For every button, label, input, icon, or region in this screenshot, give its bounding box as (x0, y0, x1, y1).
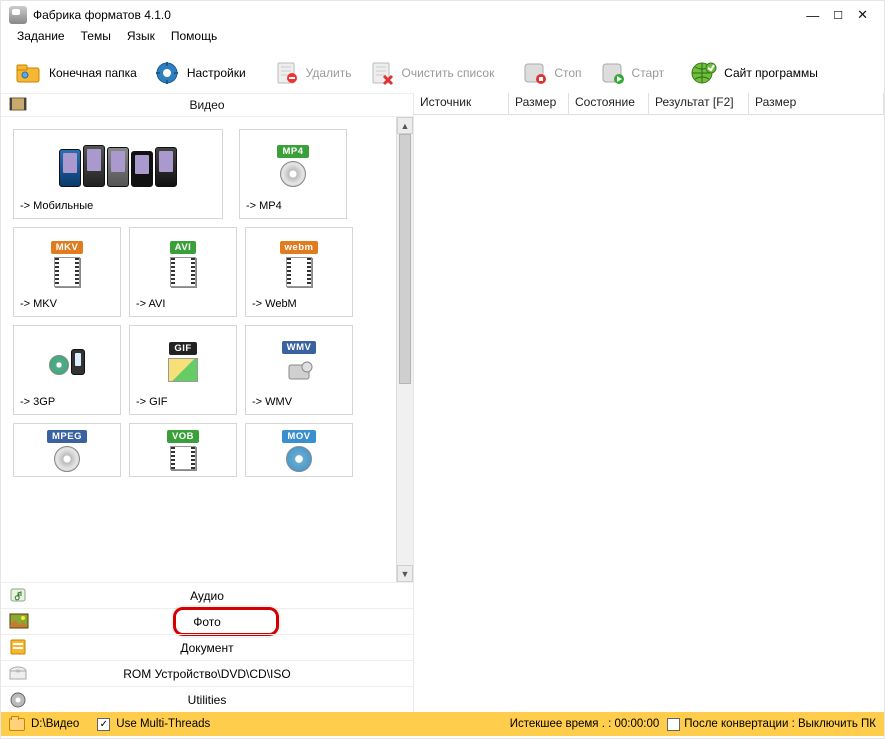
minimize-button[interactable]: — (806, 8, 819, 23)
settings-label: Настройки (187, 66, 246, 80)
format-tile-mkv[interactable]: MKV -> MKV (13, 227, 121, 317)
clear-label: Очистить список (401, 66, 494, 80)
formats-scrollbar[interactable]: ▲ ▼ (396, 117, 413, 582)
format-tile-3gp[interactable]: -> 3GP (13, 325, 121, 415)
elapsed-time: Истекшее время . : 00:00:00 (510, 718, 660, 730)
stop-label: Стоп (554, 66, 581, 80)
col-status[interactable]: Состояние (569, 93, 649, 114)
category-photo-label: Фото (9, 615, 405, 629)
close-button[interactable]: ✕ (857, 7, 868, 23)
mkv-icon: MKV (20, 234, 114, 294)
app-icon (9, 6, 27, 24)
output-folder-button[interactable]: Конечная папка (9, 55, 143, 91)
list-header: Источник Размер Состояние Результат [F2]… (414, 93, 884, 115)
folder-icon (15, 59, 43, 87)
delete-icon (272, 59, 300, 87)
start-label: Старт (632, 66, 665, 80)
start-button[interactable]: Старт (592, 55, 671, 91)
after-conv-checkbox[interactable] (667, 718, 680, 731)
category-video-label: Видео (9, 98, 405, 112)
settings-button[interactable]: Настройки (147, 55, 252, 91)
multithreads-label[interactable]: Use Multi-Threads (116, 718, 210, 730)
format-tile-mp4[interactable]: MP4 -> MP4 (239, 129, 347, 219)
menu-task[interactable]: Задание (17, 29, 65, 49)
category-photo[interactable]: Фото (1, 608, 413, 634)
format-mobile-label: -> Мобильные (20, 200, 216, 212)
format-mp4-label: -> MP4 (246, 200, 340, 212)
format-wmv-label: -> WMV (252, 396, 346, 408)
left-panel: Видео -> Мобильные (1, 93, 414, 712)
avi-icon: AVI (136, 234, 230, 294)
col-result[interactable]: Результат [F2] (649, 93, 749, 114)
col-size[interactable]: Размер (509, 93, 569, 114)
multithreads-checkbox[interactable]: ✓ (97, 718, 110, 731)
folder-icon-small[interactable] (9, 718, 25, 731)
gear-icon (153, 59, 181, 87)
category-document[interactable]: Документ (1, 634, 413, 660)
gif-icon: GIF (136, 332, 230, 392)
format-tile-mobile[interactable]: -> Мобильные (13, 129, 223, 219)
menu-lang[interactable]: Язык (127, 29, 155, 49)
format-gif-label: -> GIF (136, 396, 230, 408)
category-document-label: Документ (9, 641, 405, 655)
menubar: Задание Темы Язык Помощь (1, 29, 884, 49)
mobile-devices-icon (20, 136, 216, 196)
vob-icon: VOB (136, 430, 230, 470)
format-tile-mov[interactable]: MOV (245, 423, 353, 477)
scroll-thumb[interactable] (399, 134, 411, 384)
menu-themes[interactable]: Темы (81, 29, 111, 49)
titlebar: Фабрика форматов 4.1.0 — ☐ ✕ (1, 1, 884, 29)
site-label: Сайт программы (724, 66, 818, 80)
after-conv-label[interactable]: После конвертации : Выключить ПК (684, 718, 876, 730)
format-tile-vob[interactable]: VOB (129, 423, 237, 477)
col-size2[interactable]: Размер (749, 93, 884, 114)
stop-button[interactable]: Стоп (514, 55, 587, 91)
mpeg-icon: MPEG (20, 430, 114, 472)
format-tile-webm[interactable]: webm -> WebM (245, 227, 353, 317)
clear-icon (367, 59, 395, 87)
maximize-button[interactable]: ☐ (833, 9, 843, 22)
category-audio[interactable]: Аудио (1, 582, 413, 608)
mp4-icon: MP4 (246, 136, 340, 196)
3gp-icon (20, 332, 114, 392)
category-utilities[interactable]: Utilities (1, 686, 413, 712)
category-video-header[interactable]: Видео (1, 93, 413, 117)
stop-icon (520, 59, 548, 87)
delete-label: Удалить (306, 66, 352, 80)
format-tile-wmv[interactable]: WMV -> WMV (245, 325, 353, 415)
scroll-down-icon[interactable]: ▼ (397, 565, 413, 582)
menu-help[interactable]: Помощь (171, 29, 217, 49)
status-path[interactable]: D:\Видео (31, 718, 79, 730)
start-icon (598, 59, 626, 87)
category-audio-label: Аудио (9, 589, 405, 603)
main-area: Видео -> Мобильные (1, 93, 884, 712)
globe-icon (690, 59, 718, 87)
statusbar: D:\Видео ✓ Use Multi-Threads Истекшее вр… (1, 712, 884, 736)
clear-list-button[interactable]: Очистить список (361, 55, 500, 91)
right-panel: Источник Размер Состояние Результат [F2]… (414, 93, 884, 712)
category-rom[interactable]: ROM Устройство\DVD\CD\ISO (1, 660, 413, 686)
category-rom-label: ROM Устройство\DVD\CD\ISO (9, 667, 405, 681)
mov-icon: MOV (252, 430, 346, 472)
scroll-up-icon[interactable]: ▲ (397, 117, 413, 134)
delete-button[interactable]: Удалить (266, 55, 358, 91)
window-title: Фабрика форматов 4.1.0 (33, 8, 806, 22)
format-3gp-label: -> 3GP (20, 396, 114, 408)
format-avi-label: -> AVI (136, 298, 230, 310)
format-tile-gif[interactable]: GIF -> GIF (129, 325, 237, 415)
output-folder-label: Конечная папка (49, 66, 137, 80)
formats-grid: -> Мобильные MP4 -> MP4 (1, 117, 396, 582)
site-button[interactable]: Сайт программы (684, 55, 824, 91)
category-utilities-label: Utilities (9, 693, 405, 707)
format-webm-label: -> WebM (252, 298, 346, 310)
webm-icon: webm (252, 234, 346, 294)
format-tile-mpeg[interactable]: MPEG (13, 423, 121, 477)
format-tile-avi[interactable]: AVI -> AVI (129, 227, 237, 317)
format-mkv-label: -> MKV (20, 298, 114, 310)
wmv-icon: WMV (252, 332, 346, 392)
toolbar: Конечная папка Настройки Удалить Очистит… (1, 53, 884, 93)
col-source[interactable]: Источник (414, 93, 509, 114)
